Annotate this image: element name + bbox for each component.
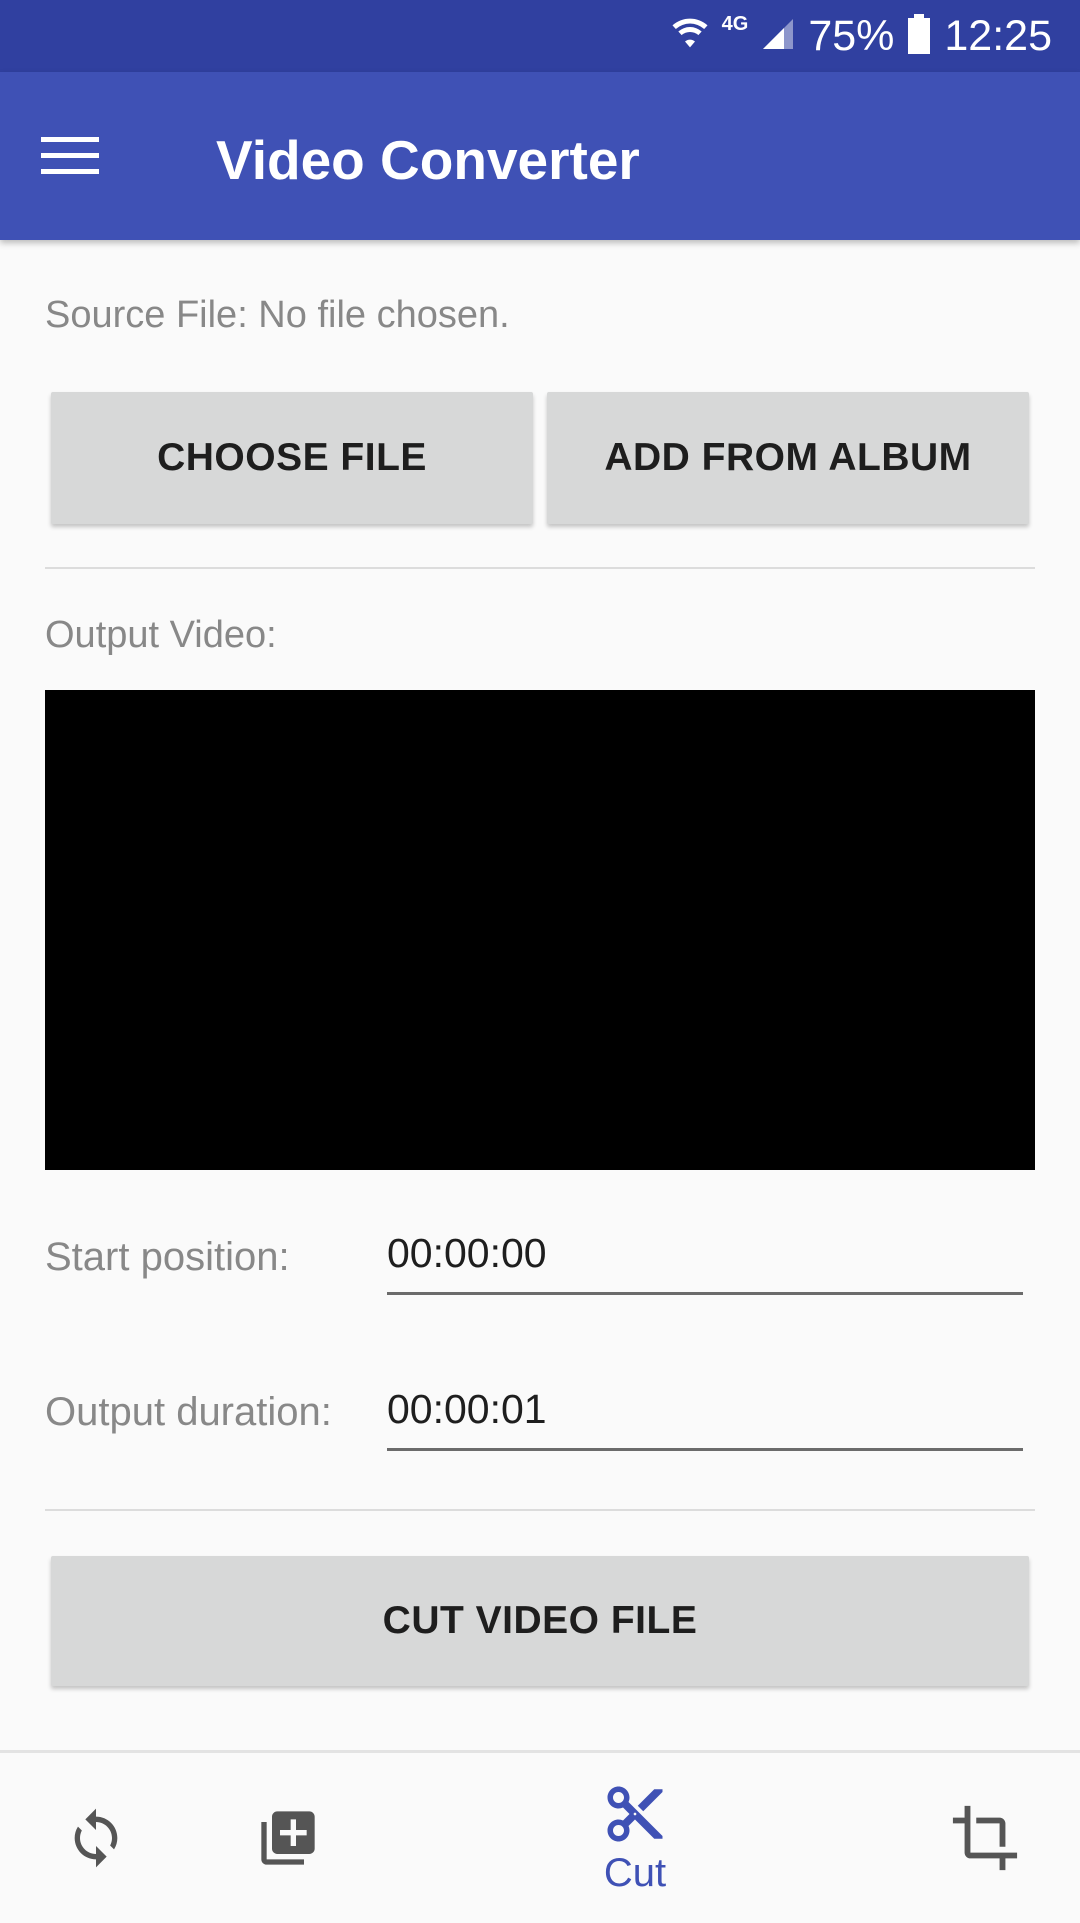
wifi-icon: [670, 14, 710, 59]
start-position-input[interactable]: 00:00:00: [387, 1230, 1023, 1295]
nav-cut[interactable]: Cut: [585, 1753, 685, 1923]
library-add-icon: [261, 1811, 315, 1865]
output-video-label: Output Video:: [45, 614, 277, 656]
divider: [45, 1509, 1035, 1511]
nav-convert[interactable]: [46, 1753, 146, 1923]
clock: 12:25: [944, 11, 1052, 60]
status-icons: 4G 75% 12:25: [670, 0, 1052, 72]
app-title: Video Converter: [216, 129, 640, 191]
status-bar: 4G 75% 12:25: [0, 0, 1080, 72]
nav-cut-label: Cut: [603, 1850, 667, 1895]
scissors-icon: [607, 1786, 663, 1841]
bottom-navigation: Cut: [0, 1750, 1080, 1923]
hamburger-icon: [41, 137, 99, 174]
crop-icon: [952, 1805, 1018, 1871]
nav-merge[interactable]: [238, 1753, 338, 1923]
battery-icon: [906, 13, 932, 59]
output-duration-input[interactable]: 00:00:01: [387, 1386, 1023, 1451]
nav-crop[interactable]: [935, 1753, 1035, 1923]
add-from-album-button[interactable]: ADD FROM ALBUM: [547, 392, 1029, 524]
convert-icon: [74, 1808, 118, 1868]
video-preview[interactable]: [45, 690, 1035, 1170]
divider: [45, 567, 1035, 569]
menu-button[interactable]: [30, 116, 110, 196]
signal-icon: [760, 16, 796, 57]
source-file-label: Source File: No file chosen.: [45, 294, 510, 336]
cut-video-file-button[interactable]: CUT VIDEO FILE: [51, 1556, 1029, 1686]
output-duration-label: Output duration:: [45, 1390, 332, 1434]
battery-percent: 75%: [808, 11, 895, 60]
network-type: 4G: [721, 12, 749, 35]
choose-file-button[interactable]: CHOOSE FILE: [51, 392, 533, 524]
app-bar: Video Converter: [0, 72, 1080, 240]
start-position-label: Start position:: [45, 1235, 290, 1279]
